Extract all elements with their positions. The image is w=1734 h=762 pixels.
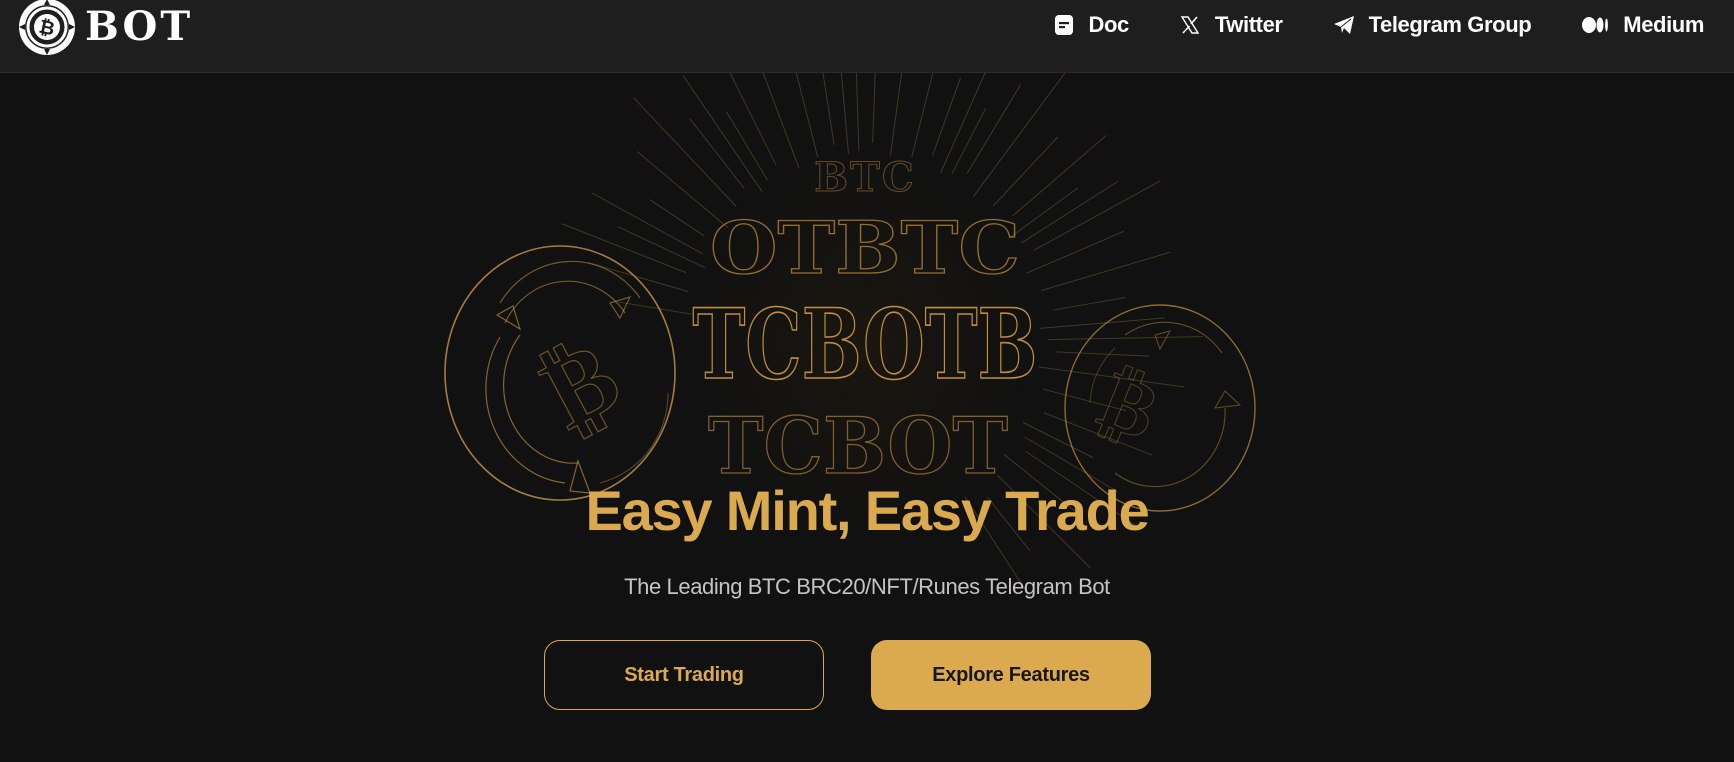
light-ray [966, 84, 1021, 174]
light-ray [561, 223, 687, 274]
left-bitcoin-coin-icon: ₿ [444, 245, 676, 501]
light-ray [1038, 366, 1185, 388]
light-ray [1022, 421, 1094, 459]
light-ray [872, 73, 876, 143]
light-ray [795, 73, 819, 158]
light-ray [617, 301, 693, 315]
light-ray [971, 73, 1066, 199]
light-ray [1034, 180, 1161, 251]
sphere-row-2: TCBOTB [693, 288, 1038, 401]
light-ray [588, 262, 689, 293]
light-ray [992, 136, 1059, 207]
light-ray [1053, 296, 1126, 311]
document-icon [1053, 14, 1075, 36]
sphere-row-1: OTBTC [710, 205, 1020, 290]
brand-logo[interactable]: ₿ BOT [17, 0, 193, 56]
svg-text:₿: ₿ [523, 316, 637, 452]
light-ray [1012, 134, 1107, 217]
light-ray [1008, 187, 1079, 239]
light-ray [822, 73, 835, 146]
nav-medium[interactable]: Medium [1581, 12, 1704, 38]
light-ray [1042, 388, 1127, 412]
light-ray [855, 73, 860, 151]
medium-icon [1581, 14, 1609, 36]
light-ray [951, 108, 987, 175]
hero-illustration: ₿ ₿ BTC OTBTC TCBOTB TCBOT [444, 73, 1256, 600]
light-ray [762, 73, 802, 173]
nav-doc[interactable]: Doc [1053, 12, 1129, 38]
bitcoin-coin-icon: ₿ [19, 0, 75, 55]
light-ray [911, 73, 934, 158]
light-ray [1047, 336, 1203, 341]
start-trading-button[interactable]: Start Trading [544, 640, 824, 710]
light-ray [617, 226, 706, 269]
sphere-row-top: BTC [814, 154, 915, 201]
sphere-text: BTC OTBTC TCBOTB TCBOT [692, 154, 1039, 493]
nav-doc-label: Doc [1088, 12, 1130, 37]
x-twitter-icon [1179, 14, 1201, 36]
site-header: ₿ BOT Doc Twitter Telegram Group Medium [0, 0, 1734, 73]
light-ray [1021, 180, 1119, 244]
explore-features-button[interactable]: Explore Features [871, 640, 1151, 710]
telegram-icon [1333, 14, 1355, 36]
light-ray [1055, 351, 1150, 357]
light-ray [840, 73, 850, 161]
nav-twitter-label: Twitter [1214, 12, 1283, 37]
light-ray [649, 199, 705, 236]
svg-text:₿: ₿ [1087, 351, 1172, 458]
light-ray [636, 150, 729, 229]
hero-title: Easy Mint, Easy Trade [585, 479, 1149, 542]
light-ray [726, 111, 769, 181]
top-nav: Doc Twitter Telegram Group Medium [1053, 6, 1704, 44]
nav-telegram-label: Telegram Group [1368, 12, 1532, 37]
nav-medium-label: Medium [1623, 12, 1704, 37]
light-ray [729, 73, 777, 166]
light-ray [1026, 230, 1125, 274]
light-ray [938, 73, 986, 177]
light-ray [633, 97, 737, 207]
brand-name: BOT [85, 3, 194, 50]
hero-subtitle: The Leading BTC BRC20/NFT/Runes Telegram… [624, 574, 1110, 599]
light-ray [1043, 412, 1153, 456]
nav-twitter[interactable]: Twitter [1179, 12, 1283, 38]
light-ray [591, 192, 704, 255]
light-ray [889, 73, 903, 162]
light-ray [682, 75, 764, 194]
light-ray [932, 77, 961, 156]
light-ray [1039, 317, 1166, 329]
light-ray [1040, 251, 1171, 292]
nav-telegram[interactable]: Telegram Group [1333, 12, 1532, 38]
light-ray [689, 118, 745, 189]
